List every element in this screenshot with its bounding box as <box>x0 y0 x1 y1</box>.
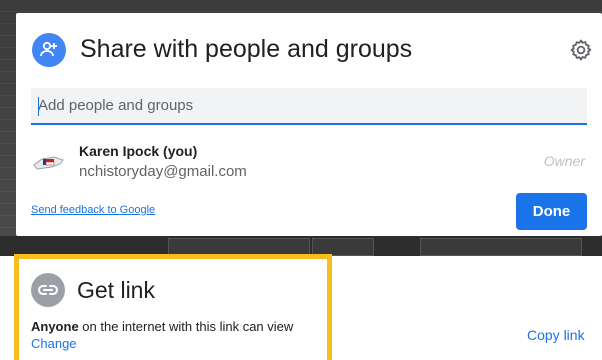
dialog-title: Share with people and groups <box>80 35 413 63</box>
access-level: Anyone <box>31 319 79 334</box>
background-document-strip <box>0 236 602 256</box>
gear-icon[interactable] <box>569 38 593 62</box>
text-cursor <box>38 97 39 116</box>
change-access-link[interactable]: Change <box>31 336 77 351</box>
person-email: nchistoryday@gmail.com <box>79 163 247 180</box>
copy-link-button[interactable]: Copy link <box>527 327 585 343</box>
done-button[interactable]: Done <box>516 193 587 230</box>
add-people-input[interactable] <box>31 88 587 125</box>
link-access-description: Anyone on the internet with this link ca… <box>31 319 293 334</box>
person-add-icon <box>32 33 66 67</box>
link-icon <box>31 273 65 307</box>
send-feedback-link[interactable]: Send feedback to Google <box>31 204 155 216</box>
access-description: on the internet with this link can view <box>78 319 294 334</box>
role-label: Owner <box>543 153 585 169</box>
avatar <box>32 150 66 176</box>
share-dialog: Share with people and groups Karen Ipock… <box>16 13 602 236</box>
get-link-title: Get link <box>77 277 155 303</box>
person-name: Karen Ipock (you) <box>79 143 198 159</box>
